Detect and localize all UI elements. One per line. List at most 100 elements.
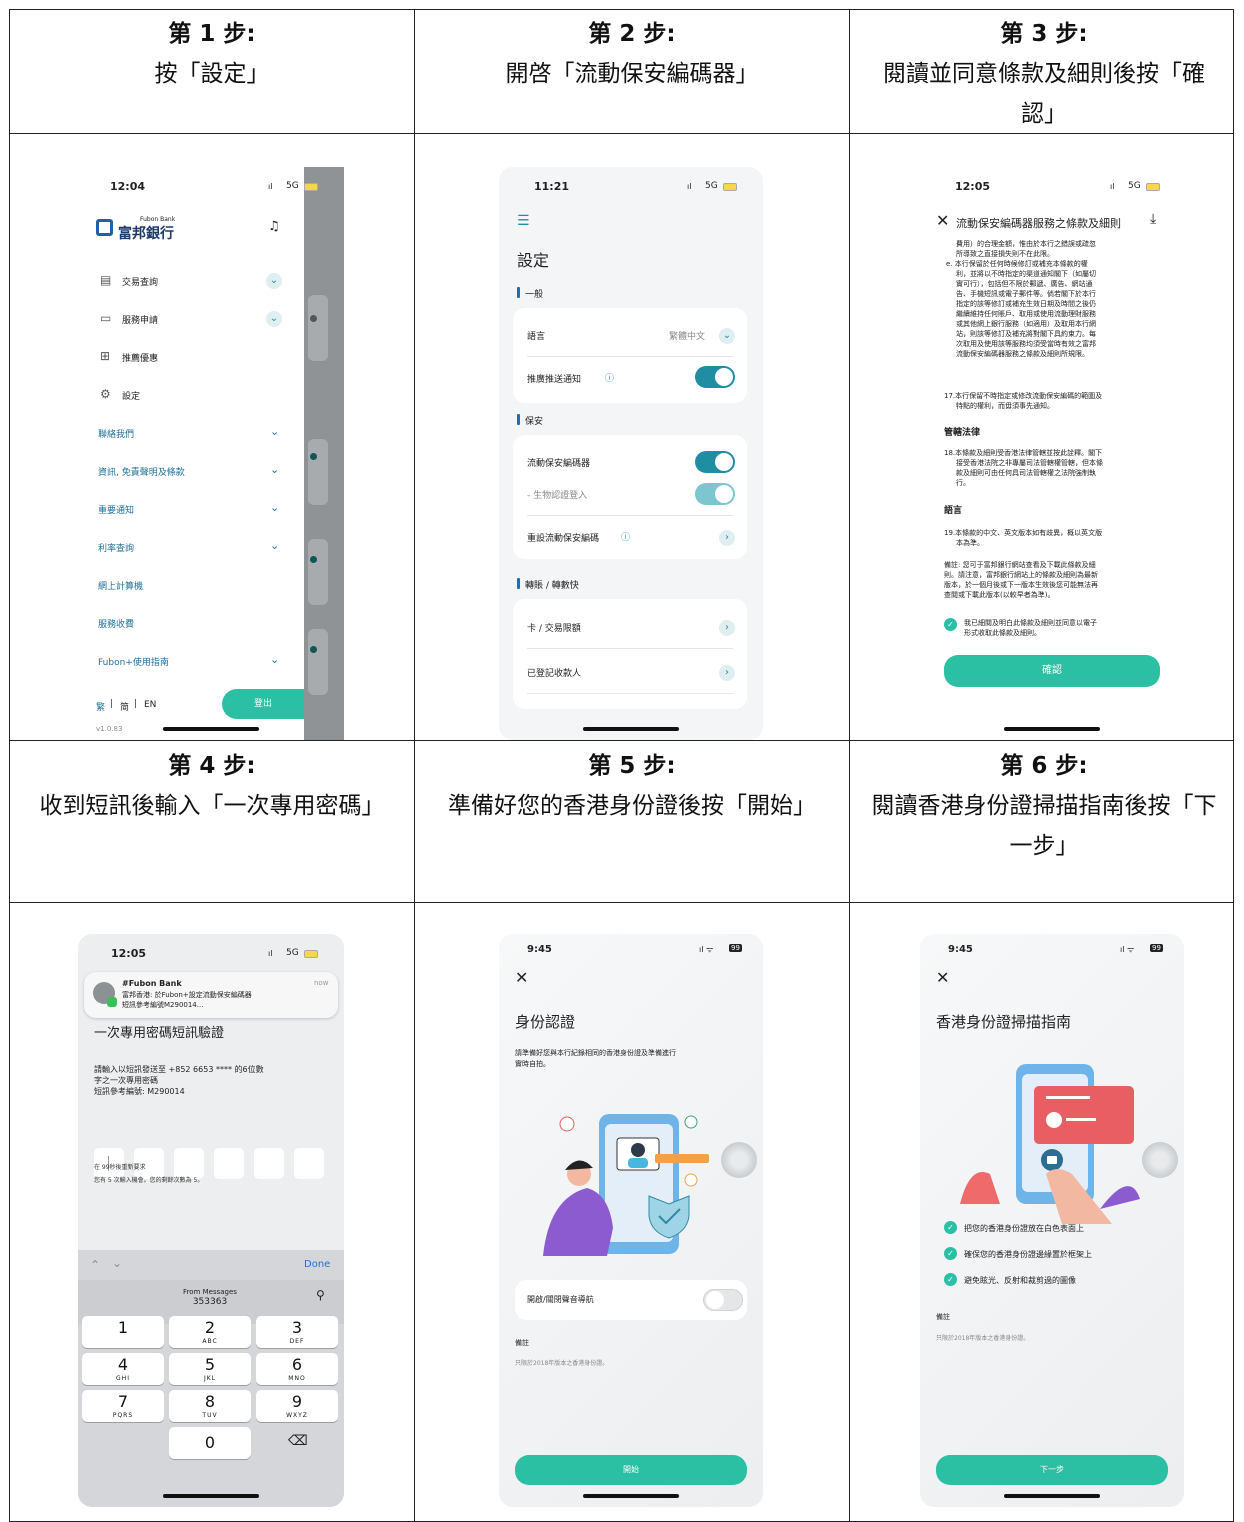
key-letters: TUV bbox=[202, 1412, 218, 1419]
otp-digit-input[interactable] bbox=[254, 1148, 284, 1179]
link-notices[interactable]: 重要通知 bbox=[98, 503, 134, 516]
bio-toggle[interactable] bbox=[695, 483, 735, 505]
link-fees[interactable]: 服務收費 bbox=[98, 617, 134, 630]
push-toggle[interactable] bbox=[695, 366, 735, 388]
lang-trad[interactable]: 繁 bbox=[96, 700, 105, 713]
chevron-down-icon: ⌄ bbox=[270, 425, 280, 438]
terms-line: 流動保安編碼器服務之條款及細則所規限。 bbox=[956, 350, 1089, 358]
sms-notification[interactable]: #Fubon Bank now 富邦香港: 於Fubon+設定流動保安編碼器 短… bbox=[84, 972, 338, 1018]
keypad-key[interactable]: 1 bbox=[82, 1316, 164, 1348]
bell-icon[interactable]: ♫ bbox=[268, 219, 280, 234]
signal-wifi-icon: ıl ᯤ bbox=[699, 945, 714, 954]
section-marker bbox=[517, 414, 520, 425]
terms-para-e: 費用）的合理金額，惟由於本行之錯誤或疏忽 所導致之直接損失則不在此限。 e. 本… bbox=[940, 239, 1096, 359]
key-letters: JKL bbox=[203, 1375, 217, 1382]
otp-desc-line: 字之一次專用密碼 bbox=[94, 1076, 158, 1085]
voice-nav-toggle[interactable] bbox=[703, 1289, 743, 1311]
keypad-key[interactable]: 3 DEF bbox=[256, 1316, 338, 1348]
key-digit: 9 bbox=[291, 1392, 303, 1411]
link-calculator[interactable]: 網上計算機 bbox=[98, 579, 143, 592]
keypad-key[interactable]: 4 GHI bbox=[82, 1353, 164, 1385]
download-icon[interactable]: ⤓ bbox=[1150, 211, 1156, 227]
keypad-key[interactable]: 7 PQRS bbox=[82, 1390, 164, 1422]
link-disclaimer[interactable]: 資訊, 免責聲明及條款 bbox=[98, 465, 185, 478]
column-divider bbox=[849, 10, 850, 1521]
confirm-button[interactable]: 確認 bbox=[944, 655, 1160, 687]
otp-digit-input[interactable] bbox=[294, 1148, 324, 1179]
chevron-right-icon[interactable]: › bbox=[719, 665, 735, 681]
chevron-down-icon: ⌄ bbox=[270, 463, 280, 476]
terms-title: 流動保安編碼器服務之條款及細則 bbox=[956, 217, 1121, 230]
signal-icon: ıl bbox=[687, 182, 692, 191]
start-button[interactable]: 開始 bbox=[515, 1455, 747, 1485]
agree-checkbox[interactable]: ✓ bbox=[944, 618, 957, 631]
chevron-down-icon[interactable]: ⌄ bbox=[719, 328, 735, 344]
info-icon[interactable]: ⓘ bbox=[621, 530, 630, 543]
status-time: 11:21 bbox=[534, 180, 570, 193]
terms-line: 18.本條款及細則受香港法律管轄並按此詮釋。閣下 bbox=[944, 449, 1103, 457]
reset-token-label[interactable]: 重設流動保安編碼 bbox=[527, 531, 599, 544]
close-icon[interactable]: ✕ bbox=[515, 968, 528, 987]
decorative-circle bbox=[1142, 1142, 1178, 1178]
link-contact[interactable]: 聯絡我們 bbox=[98, 427, 134, 440]
keypad-key[interactable]: 2 ABC bbox=[169, 1316, 251, 1348]
card-limit-label[interactable]: 卡 / 交易限額 bbox=[527, 621, 581, 634]
token-toggle[interactable] bbox=[695, 451, 735, 473]
key-letters: DEF bbox=[289, 1338, 305, 1345]
terms-line: 行。 bbox=[956, 479, 970, 487]
status-time: 12:05 bbox=[111, 947, 147, 960]
home-indicator bbox=[163, 727, 259, 731]
info-icon[interactable]: ⓘ bbox=[605, 371, 614, 384]
step-instruction: 開啓「流動保安編碼器」 bbox=[505, 61, 759, 87]
lang-separator: | bbox=[110, 699, 114, 709]
home-indicator bbox=[163, 1494, 259, 1498]
check-icon: ✓ bbox=[944, 1273, 957, 1286]
done-button[interactable]: Done bbox=[304, 1259, 330, 1270]
payees-label[interactable]: 已登記收款人 bbox=[527, 666, 581, 679]
next-button[interactable]: 下一步 bbox=[936, 1455, 1168, 1485]
keypad-key[interactable]: 0 bbox=[169, 1427, 251, 1459]
lang-simp[interactable]: 简 bbox=[120, 700, 129, 713]
lang-en[interactable]: EN bbox=[144, 700, 156, 710]
chevron-down-icon[interactable]: ⌄ bbox=[112, 1256, 122, 1270]
step-number: 第 3 步: bbox=[1000, 21, 1088, 47]
security-card: 流動保安編碼器 - 生物認證登入 重設流動保安編碼 ⓘ › bbox=[513, 435, 747, 559]
terms-line: 指定的該等修訂或補充生效日期及時間之後仍 bbox=[956, 300, 1096, 308]
battery-level: 99 bbox=[729, 944, 742, 952]
language-value[interactable]: 繁體中文 bbox=[669, 329, 705, 342]
decorative-circle bbox=[721, 1142, 757, 1178]
note-text: 只限於2018年版本之香港身份證。 bbox=[936, 1335, 1030, 1342]
keypad-key[interactable]: 8 TUV bbox=[169, 1390, 251, 1422]
terms-line: 備註: 您可于富邦銀行網站查看及下載此條款及細 bbox=[944, 561, 1096, 569]
battery-icon bbox=[1146, 183, 1160, 191]
step-number: 第 6 步: bbox=[1000, 753, 1088, 779]
delete-icon[interactable]: ⌫ bbox=[288, 1433, 308, 1449]
chevron-right-icon[interactable]: › bbox=[719, 530, 735, 546]
close-icon[interactable]: ✕ bbox=[936, 211, 949, 230]
terms-line: 19.本條款的中文、英文版本如有歧異，概以英文版 bbox=[944, 529, 1103, 537]
close-icon[interactable]: ✕ bbox=[936, 968, 949, 987]
id-desc-line: 實時自拍。 bbox=[515, 1060, 550, 1068]
battery-icon bbox=[723, 183, 737, 191]
status-time: 12:04 bbox=[110, 180, 146, 193]
chevron-down-icon: ⌄ bbox=[266, 311, 282, 327]
logout-button[interactable]: 登出 bbox=[222, 689, 304, 719]
keypad-key[interactable]: 5 JKL bbox=[169, 1353, 251, 1385]
chevron-right-icon[interactable]: › bbox=[719, 620, 735, 636]
keypad-key[interactable]: 6 MNO bbox=[256, 1353, 338, 1385]
chevron-down-icon: ⌄ bbox=[270, 653, 280, 666]
link-guide[interactable]: Fubon+使用指南 bbox=[98, 655, 169, 668]
autofill-code: 353363 bbox=[192, 1297, 228, 1307]
chevron-up-icon[interactable]: ⌃ bbox=[90, 1258, 100, 1272]
transfer-card: 卡 / 交易限額 › 已登記收款人 › bbox=[513, 599, 747, 709]
network-label: 5G bbox=[286, 181, 299, 191]
section-general: 一般 bbox=[525, 290, 544, 300]
id-desc: 請準備好您與本行紀錄相同的香港身份證及準備進行 實時自拍。 bbox=[515, 1048, 676, 1070]
otp-digit-input[interactable] bbox=[214, 1148, 244, 1179]
divider bbox=[527, 693, 733, 694]
keypad-key[interactable]: 9 WXYZ bbox=[256, 1390, 338, 1422]
link-rates[interactable]: 利率查詢 bbox=[98, 541, 134, 554]
signal-icon: ıl bbox=[1110, 182, 1115, 191]
menu-icon[interactable]: ☰ bbox=[517, 213, 530, 229]
otp-desc-line: 請輸入以短訊發送至 +852 6653 **** 的6位數 bbox=[94, 1065, 264, 1074]
